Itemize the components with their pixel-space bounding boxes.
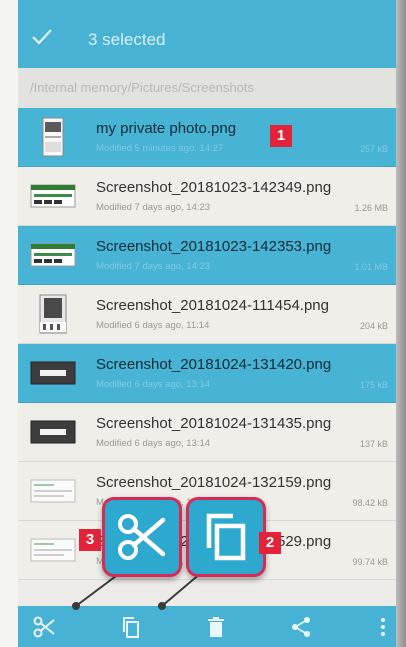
cut-callout — [102, 497, 182, 577]
annotation-badge-1: 1 — [270, 125, 292, 147]
copy-icon — [206, 513, 246, 561]
annotation-badge-3: 3 — [79, 529, 101, 551]
copy-callout — [186, 497, 266, 577]
scissors-icon — [118, 514, 166, 560]
device-edge — [396, 0, 406, 647]
annotation-badge-2: 2 — [259, 532, 281, 554]
phone-screen: 3 selected /Internal memory/Pictures/Scr… — [18, 0, 396, 647]
